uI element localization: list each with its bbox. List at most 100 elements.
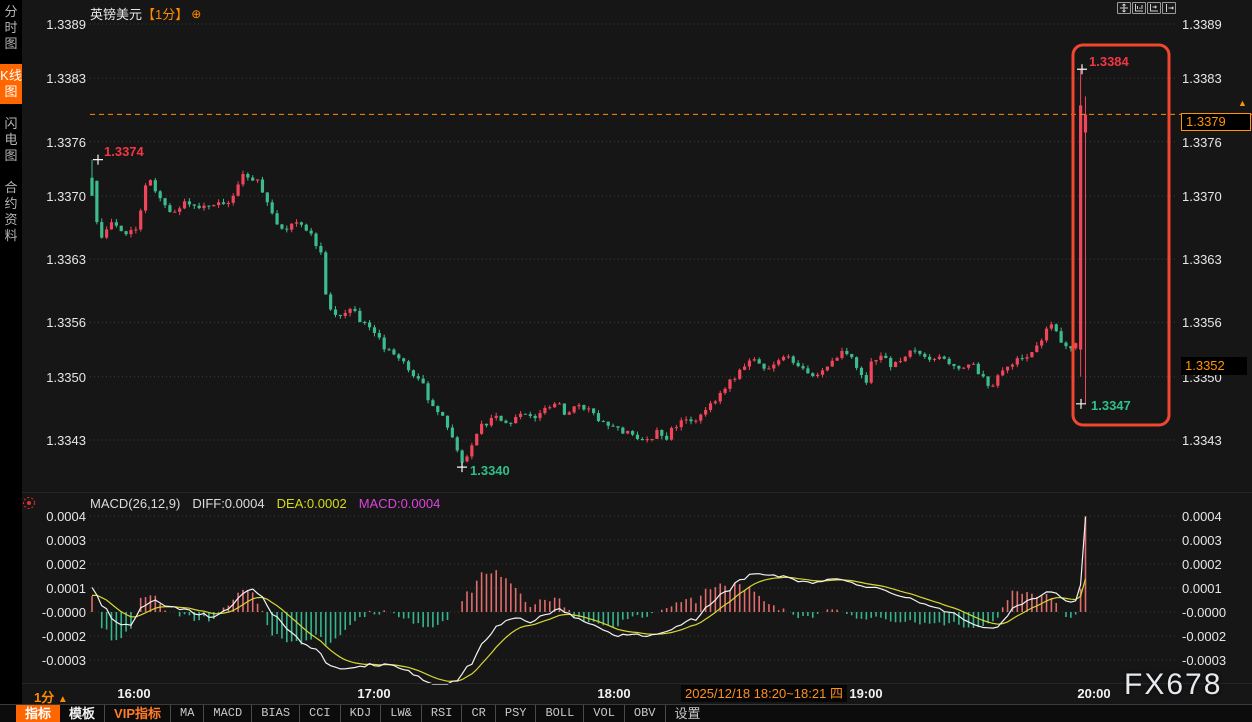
macd-axis-tick-left: 0.0003	[24, 533, 86, 548]
circled-plus-icon[interactable]: ⊕	[191, 7, 201, 21]
candle-body	[782, 357, 785, 360]
macd-axis-tick-left: 0.0001	[24, 581, 86, 596]
candle-body	[577, 405, 580, 406]
candle-body	[967, 365, 970, 368]
candle-body	[1064, 343, 1067, 346]
candle-body	[202, 206, 205, 209]
candle-body	[222, 202, 225, 204]
toolbar-item-指标[interactable]: 指标	[16, 705, 60, 722]
toolbar-item-BOLL[interactable]: BOLL	[536, 705, 584, 722]
toolbar-item-设置[interactable]: 设置	[666, 705, 710, 722]
toolbar-item-VOL[interactable]: VOL	[584, 705, 625, 722]
candle-body	[275, 213, 278, 224]
candle-body	[227, 203, 230, 204]
candle-body	[845, 351, 848, 354]
toolbar-item-KDJ[interactable]: KDJ	[341, 705, 382, 722]
macd-dea-line	[92, 577, 1086, 681]
candle-body	[582, 405, 585, 409]
candle-body	[363, 322, 366, 323]
candle-body	[938, 357, 941, 359]
toolbar-item-RSI[interactable]: RSI	[422, 705, 463, 722]
macd-indicator-ring-icon[interactable]	[24, 498, 35, 509]
candle-body	[212, 205, 215, 206]
candle-body	[1001, 370, 1004, 375]
candle-body	[139, 211, 142, 230]
toolbar-item-CR[interactable]: CR	[462, 705, 495, 722]
toolbar-item-CCI[interactable]: CCI	[300, 705, 341, 722]
macd-title: MACD(26,12,9)	[90, 496, 180, 511]
toolbar-item-MA[interactable]: MA	[171, 705, 204, 722]
crosshair-move-icon[interactable]	[1117, 2, 1131, 14]
candle-body	[1006, 367, 1009, 371]
candle-body	[198, 206, 201, 208]
candle-body	[300, 222, 303, 224]
candle-body	[358, 311, 361, 322]
candle-body	[470, 445, 473, 456]
crosshair-plus-marker	[1077, 64, 1087, 74]
candle-body	[251, 178, 254, 181]
crosshair-move-icon-glyph	[1118, 3, 1130, 13]
candle-body	[762, 364, 765, 369]
toolbar-item-模板[interactable]: 模板	[60, 705, 105, 722]
crosshair-plus-marker	[93, 155, 103, 165]
toolbar-item-PSY[interactable]: PSY	[496, 705, 537, 722]
sidebar-tab-K线图[interactable]: K线图	[0, 64, 22, 104]
price-axis-tick-right: 1.3383	[1182, 71, 1222, 86]
chart-canvas[interactable]	[0, 0, 1252, 722]
candle-body	[115, 222, 118, 226]
toolbar-item-OBV[interactable]: OBV	[625, 705, 666, 722]
candle-body	[650, 439, 653, 440]
macd-axis-tick-left: -0.0002	[24, 629, 86, 644]
candle-body	[563, 403, 566, 414]
candle-body	[173, 212, 176, 213]
toolbar-item-BIAS[interactable]: BIAS	[252, 705, 300, 722]
candle-body	[860, 368, 863, 375]
axis-zoom-in-icon[interactable]	[1132, 2, 1146, 14]
candle-body	[499, 416, 502, 421]
candle-body	[217, 202, 220, 205]
price-up-arrow-icon: ▲	[1238, 98, 1247, 108]
indicator-toolbar: 指标模板VIP指标MAMACDBIASCCIKDJLW&RSICRPSYBOLL…	[0, 704, 1252, 722]
fx678-watermark: FX678	[1124, 668, 1222, 702]
toolbar-item-LW&[interactable]: LW&	[381, 705, 422, 722]
candle-body	[874, 360, 877, 361]
axis-pan-icon[interactable]	[1162, 2, 1176, 14]
time-axis-label: 17:00	[357, 686, 390, 701]
macd-axis-tick-right: -0.0003	[1182, 653, 1226, 668]
candle-body	[159, 191, 162, 198]
candle-body	[660, 430, 663, 436]
candle-body	[373, 327, 376, 333]
candle-body	[480, 424, 483, 434]
candle-body	[836, 358, 839, 361]
macd-diff-line	[92, 517, 1086, 684]
candle-body	[646, 439, 649, 440]
candle-body	[655, 430, 658, 439]
price-axis-tick-left: 1.3389	[24, 17, 86, 32]
candle-body	[163, 198, 166, 205]
candle-body	[772, 365, 775, 369]
candle-body	[261, 179, 264, 192]
candle-body	[1035, 346, 1038, 352]
sidebar-tab-闪电图[interactable]: 闪电图	[0, 112, 22, 168]
chart-title: 英镑美元【1分】⊕	[90, 4, 201, 23]
candle-body	[568, 412, 571, 414]
candle-body	[95, 181, 98, 222]
open-high-label: 1.3374	[104, 144, 144, 159]
candle-body	[183, 201, 186, 208]
candle-body	[724, 389, 727, 393]
toolbar-item-MACD[interactable]: MACD	[204, 705, 252, 722]
sidebar-tab-分时图[interactable]: 分时图	[0, 0, 22, 56]
axis-zoom-out-icon[interactable]	[1147, 2, 1161, 14]
sidebar-tab-合约资料[interactable]: 合约资料	[0, 176, 22, 248]
candle-body	[986, 376, 989, 385]
axis-zoom-out-icon-glyph	[1148, 3, 1160, 13]
candle-body	[792, 356, 795, 362]
candle-body	[962, 368, 965, 369]
candle-body	[105, 229, 108, 237]
candle-body	[753, 359, 756, 360]
candle-body	[821, 370, 824, 374]
candle-body	[611, 426, 614, 427]
toolbar-item-VIP指标[interactable]: VIP指标	[105, 705, 171, 722]
candle-body	[558, 403, 561, 404]
candle-body	[543, 408, 546, 413]
